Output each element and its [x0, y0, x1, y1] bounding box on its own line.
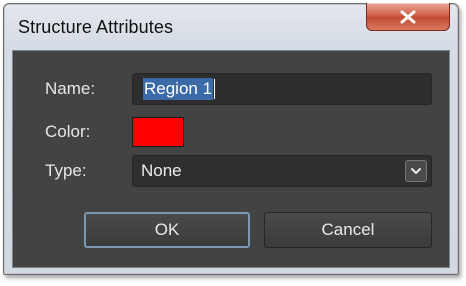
dialog-content: Name: Region 1 Color: Type: None OK Canc…	[12, 50, 450, 268]
ok-button-label: OK	[154, 220, 180, 239]
ok-button[interactable]: OK	[84, 212, 250, 248]
type-label: Type:	[45, 161, 87, 180]
structure-attributes-dialog: Structure Attributes Name: Region 1 Colo…	[3, 3, 459, 275]
type-select[interactable]: None	[132, 155, 432, 187]
chevron-down-icon	[411, 168, 421, 174]
cancel-button[interactable]: Cancel	[264, 212, 432, 248]
title-bar[interactable]: Structure Attributes	[4, 3, 458, 50]
color-swatch-button[interactable]	[132, 117, 184, 147]
color-label: Color:	[45, 122, 91, 141]
dialog-title: Structure Attributes	[18, 17, 174, 37]
type-dropdown-button[interactable]	[405, 160, 427, 182]
name-input[interactable]: Region 1	[132, 73, 432, 105]
close-x-icon	[400, 10, 416, 23]
cancel-button-label: Cancel	[321, 220, 375, 239]
text-caret	[214, 79, 216, 99]
close-button[interactable]	[366, 3, 450, 31]
name-input-selected-text: Region 1	[143, 78, 214, 100]
name-label: Name:	[45, 79, 96, 98]
type-select-value: None	[141, 161, 182, 180]
